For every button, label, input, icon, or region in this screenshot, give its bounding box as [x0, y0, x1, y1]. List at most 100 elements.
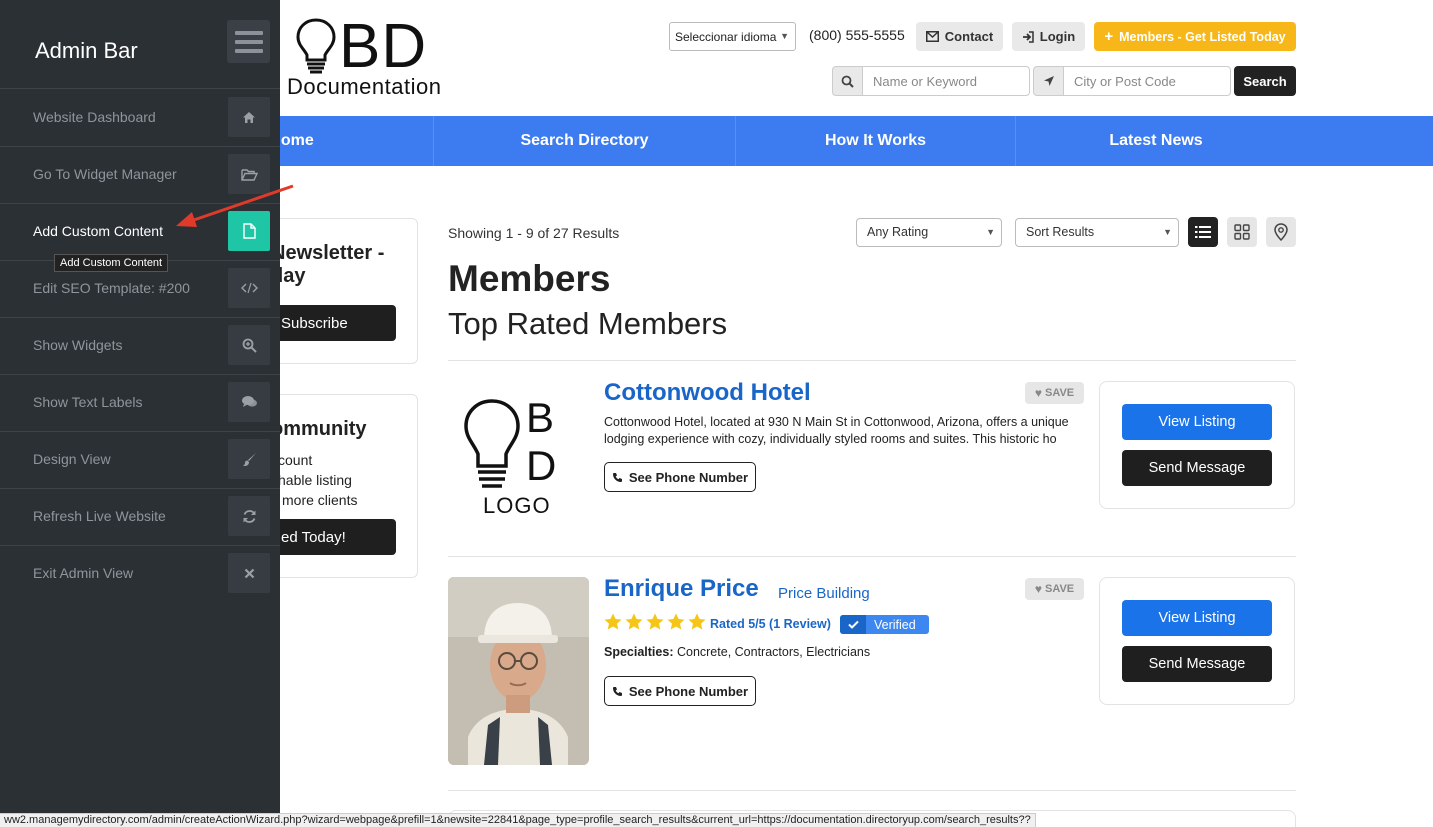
search-icon: [841, 75, 854, 88]
admin-item-show-widgets[interactable]: Show Widgets: [0, 317, 280, 374]
view-listing-button[interactable]: View Listing: [1122, 404, 1272, 440]
divider: [448, 360, 1296, 361]
close-icon[interactable]: [228, 553, 270, 593]
admin-item-refresh-live-website[interactable]: Refresh Live Website: [0, 488, 280, 545]
admin-item-label: Add Custom Content: [33, 223, 163, 239]
login-label: Login: [1039, 29, 1076, 44]
member-actions: View Listing Send Message: [1099, 577, 1295, 705]
sort-select[interactable]: Sort Results ▼: [1015, 218, 1179, 247]
status-bar-url: ww2.managemydirectory.com/admin/createAc…: [0, 813, 1036, 827]
rating-stars: [604, 613, 706, 630]
location-search-input[interactable]: City or Post Code: [1063, 66, 1231, 96]
lightbulb-icon: [296, 18, 336, 74]
specialties-value: Concrete, Contractors, Electricians: [676, 645, 871, 659]
chevron-down-icon: ▼: [986, 227, 995, 237]
see-phone-number-button[interactable]: See Phone Number: [604, 462, 756, 492]
contact-button[interactable]: Contact: [916, 22, 1003, 51]
refresh-icon[interactable]: [228, 496, 270, 536]
heart-icon: ♥: [1034, 582, 1042, 596]
rating-text-link[interactable]: Rated 5/5 (1 Review): [710, 617, 831, 631]
admin-item-label: Show Widgets: [33, 337, 123, 353]
member-name-link[interactable]: Enrique Price: [604, 575, 759, 603]
logo-text: BD: [339, 12, 428, 81]
annotation-arrow: [176, 184, 294, 227]
sort-value: Sort Results: [1026, 225, 1095, 239]
member-company-link[interactable]: Price Building: [778, 585, 870, 602]
star-icon: [604, 613, 622, 630]
admin-item-show-text-labels[interactable]: Show Text Labels: [0, 374, 280, 431]
sign-in-icon: [1022, 30, 1034, 43]
save-button[interactable]: ♥ SAVE: [1025, 578, 1084, 600]
results-count: Showing 1 - 9 of 27 Results: [448, 225, 620, 241]
phone-icon: [612, 686, 622, 696]
verified-label: Verified: [874, 617, 916, 632]
search-button[interactable]: Search: [1234, 66, 1296, 96]
subscribe-button[interactable]: Subscribe: [261, 305, 396, 341]
language-select-value: Seleccionar idioma: [675, 30, 777, 44]
lightbulb-icon: [464, 399, 520, 488]
search-icon-box: [832, 66, 863, 96]
nav-latest-news[interactable]: Latest News: [1016, 116, 1296, 166]
site-logo[interactable]: BD Documentation: [287, 12, 462, 100]
see-phone-label: See Phone Number: [628, 683, 749, 699]
see-phone-label: See Phone Number: [628, 469, 749, 485]
paintbrush-icon[interactable]: [228, 439, 270, 479]
nav-search-directory[interactable]: Search Directory: [434, 116, 736, 166]
admin-item-label: Website Dashboard: [33, 109, 156, 125]
nav-how-it-works[interactable]: How It Works: [736, 116, 1016, 166]
list-icon: [1195, 226, 1211, 238]
admin-item-label: Show Text Labels: [33, 394, 143, 410]
members-get-listed-button[interactable]: + Members - Get Listed Today: [1094, 22, 1296, 51]
location-arrow-icon: [1043, 76, 1054, 86]
community-line: chable listing: [271, 472, 352, 488]
member-photo-image: [448, 577, 589, 765]
home-icon[interactable]: [228, 97, 270, 137]
newsletter-title-line1: Newsletter -: [271, 242, 385, 264]
code-icon[interactable]: [228, 268, 270, 308]
view-listing-button[interactable]: View Listing: [1122, 600, 1272, 636]
grid-view-button[interactable]: [1227, 217, 1257, 247]
save-button[interactable]: ♥ SAVE: [1025, 382, 1084, 404]
rating-filter-select[interactable]: Any Rating ▼: [856, 218, 1002, 247]
see-phone-number-button[interactable]: See Phone Number: [604, 676, 756, 706]
hamburger-menu-icon[interactable]: [227, 20, 270, 63]
get-listed-button[interactable]: ed Today!: [261, 519, 396, 555]
member-description: Cottonwood Hotel, located at 930 N Main …: [604, 415, 1069, 446]
star-icon: [625, 613, 643, 630]
zoom-in-icon[interactable]: [228, 325, 270, 365]
member-logo-placeholder[interactable]: B D LOGO: [448, 382, 589, 523]
comments-icon[interactable]: [228, 382, 270, 422]
save-label: SAVE: [1044, 387, 1075, 399]
contact-label: Contact: [944, 29, 994, 44]
members-label: Members - Get Listed Today: [1119, 29, 1286, 44]
admin-item-website-dashboard[interactable]: Website Dashboard: [0, 89, 280, 146]
header-phone[interactable]: (800) 555-5555: [809, 27, 905, 43]
divider: [448, 790, 1296, 791]
location-icon-box: [1033, 66, 1064, 96]
chevron-down-icon: ▼: [780, 31, 789, 41]
send-message-button[interactable]: Send Message: [1122, 450, 1272, 486]
envelope-icon: [925, 31, 939, 42]
admin-item-label: Exit Admin View: [33, 565, 134, 581]
login-button[interactable]: Login: [1012, 22, 1085, 51]
admin-item-label: Refresh Live Website: [33, 508, 166, 524]
plus-icon: +: [1104, 27, 1114, 45]
grid-icon: [1234, 224, 1250, 240]
phone-icon: [612, 472, 622, 482]
send-message-button[interactable]: Send Message: [1122, 646, 1272, 682]
save-label: SAVE: [1044, 583, 1075, 595]
rating-filter-value: Any Rating: [867, 225, 929, 239]
language-select[interactable]: Seleccionar idioma ▼: [669, 22, 796, 51]
keyword-search-input[interactable]: Name or Keyword: [862, 66, 1030, 96]
admin-item-exit-admin-view[interactable]: Exit Admin View: [0, 545, 280, 602]
map-marker-icon: [1274, 223, 1288, 241]
member-name-link[interactable]: Cottonwood Hotel: [604, 379, 811, 407]
admin-item-design-view[interactable]: Design View: [0, 431, 280, 488]
verified-badge: Verified: [840, 615, 929, 634]
member-photo[interactable]: [448, 577, 589, 765]
list-view-button[interactable]: [1188, 217, 1218, 247]
map-view-button[interactable]: [1266, 217, 1296, 247]
member-specialties: Specialties: Concrete, Contractors, Elec…: [604, 645, 870, 659]
admin-bar-title: Admin Bar: [35, 38, 138, 63]
admin-item-label: Design View: [33, 451, 111, 467]
